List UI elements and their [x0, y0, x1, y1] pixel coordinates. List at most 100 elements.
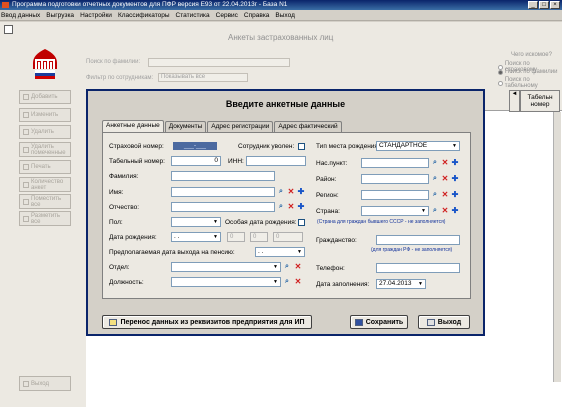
district-input[interactable] [361, 174, 429, 184]
add-button[interactable]: Добавить [19, 90, 71, 104]
chevron-down-icon: ▼ [418, 281, 423, 287]
birthplace-type-label: Тип места рождения: [316, 143, 380, 150]
district-add-icon[interactable]: ✚ [451, 175, 459, 183]
edit-button[interactable]: Изменить [19, 108, 71, 122]
citizenship-note: (для граждан РФ - не заполняется) [371, 247, 453, 253]
phone-label: Телефон: [316, 265, 345, 272]
name-clear-icon[interactable]: ✕ [287, 188, 295, 196]
count-forms-button[interactable]: Количество анкет [19, 177, 71, 192]
close-window-button[interactable]: × [550, 1, 560, 9]
tab-actual-address[interactable]: Адрес фактический [274, 121, 342, 132]
grid-scrollbar[interactable] [553, 112, 561, 382]
dept-search-icon[interactable]: ⌕ [283, 263, 291, 271]
menu-service[interactable]: Сервис [216, 10, 238, 20]
patronymic-add-icon[interactable]: ✚ [297, 203, 305, 211]
delete-button[interactable]: Удалить [19, 125, 71, 139]
print-button[interactable]: Печать [19, 160, 71, 174]
position-clear-icon[interactable]: ✕ [294, 278, 302, 286]
grid-header-tabno[interactable]: Табельн номер [520, 90, 560, 112]
pension-date-picker[interactable]: . . ▼ [255, 247, 305, 257]
birth-date-label: Дата рождения: [109, 234, 157, 241]
dept-select[interactable]: ▼ [171, 262, 281, 272]
dept-clear-icon[interactable]: ✕ [294, 263, 302, 271]
phone-input[interactable] [376, 263, 460, 273]
search-mode-surname[interactable]: Поиск по фамилии [498, 69, 558, 75]
minimize-button[interactable]: _ [528, 1, 538, 9]
birth-day-spinner[interactable]: 0 [227, 232, 245, 242]
district-search-icon[interactable]: ⌕ [431, 175, 439, 183]
tab-documents[interactable]: Документы [164, 121, 207, 132]
transfer-requisites-button[interactable]: Перенос данных из реквизитов предприятия… [102, 315, 312, 329]
chevron-down-icon: ▼ [297, 249, 302, 255]
town-label: Нас.пункт: [316, 160, 348, 167]
birth-date-picker[interactable]: . . ▼ [171, 232, 221, 242]
birthplace-type-select[interactable]: СТАНДАРТНОЕ ▼ [376, 141, 460, 151]
unmark-all-icon [23, 215, 29, 222]
town-add-icon[interactable]: ✚ [451, 159, 459, 167]
name-input[interactable] [171, 187, 275, 197]
filled-date-picker[interactable]: 27.04.2013 ▼ [376, 279, 426, 289]
town-clear-icon[interactable]: ✕ [441, 159, 449, 167]
region-search-icon[interactable]: ⌕ [431, 191, 439, 199]
citizenship-input[interactable] [376, 235, 460, 245]
region-clear-icon[interactable]: ✕ [441, 191, 449, 199]
menu-statistics[interactable]: Статистика [176, 10, 210, 20]
position-search-icon[interactable]: ⌕ [283, 278, 291, 286]
patronymic-search-icon[interactable]: ⌕ [277, 203, 285, 211]
dept-label: Отдел: [109, 264, 130, 271]
region-input[interactable] [361, 190, 429, 200]
menu-classifiers[interactable]: Классификаторы [118, 10, 170, 20]
tabno-label: Табельный номер: [109, 158, 165, 165]
town-input[interactable] [361, 158, 429, 168]
tab-personal-data[interactable]: Анкетные данные [102, 120, 164, 132]
patronymic-input[interactable] [171, 202, 275, 212]
birth-month-spinner[interactable]: 0 [250, 232, 268, 242]
mark-all-button[interactable]: Поместить все [19, 194, 71, 209]
menu-settings[interactable]: Настройки [80, 10, 112, 20]
region-add-icon[interactable]: ✚ [451, 191, 459, 199]
snils-input[interactable]: ___-___ [173, 142, 217, 150]
name-search-icon[interactable]: ⌕ [277, 188, 285, 196]
menu-exit[interactable]: Выход [275, 10, 294, 20]
chevron-down-icon: ▼ [452, 143, 457, 149]
country-select[interactable]: ▼ [361, 206, 429, 216]
delete-marked-button[interactable]: Удалить помеченные [19, 142, 71, 157]
filled-date-label: Дата заполнения: [316, 281, 370, 288]
menu-export[interactable]: Выгрузка [46, 10, 74, 20]
surname-input[interactable] [171, 171, 275, 181]
special-birth-label: Особая дата рождения: [225, 219, 297, 226]
exit-button[interactable]: Выход [418, 315, 470, 329]
menu-help[interactable]: Справка [244, 10, 270, 20]
patronymic-clear-icon[interactable]: ✕ [287, 203, 295, 211]
filter-select[interactable]: Показывать все [158, 73, 248, 82]
birth-year-spinner[interactable]: 0 [273, 232, 303, 242]
special-birth-checkbox[interactable] [298, 219, 305, 226]
menu-input-data[interactable]: Ввод данных [1, 10, 40, 20]
sidebar-exit-button[interactable]: Выход [19, 376, 71, 391]
chevron-down-icon: ▼ [273, 279, 278, 285]
search-mode-tabno[interactable]: Поиск по табельному [498, 77, 560, 89]
grid-header-arrow[interactable]: ◄ [509, 90, 520, 112]
position-select[interactable]: ▼ [171, 277, 281, 287]
save-button[interactable]: Сохранить [350, 315, 408, 329]
unmark-all-button[interactable]: Разметить все [19, 211, 71, 226]
tab-registration-address[interactable]: Адрес регистрации [207, 121, 274, 132]
sex-select[interactable]: ▼ [171, 217, 221, 227]
country-add-icon[interactable]: ✚ [451, 207, 459, 215]
exit-door-icon [426, 318, 435, 326]
tabno-input[interactable]: 0 [171, 156, 221, 166]
search-surname-input[interactable] [148, 58, 290, 67]
town-search-icon[interactable]: ⌕ [431, 159, 439, 167]
search-mode-group: Чего искомое? Поиск по страховому Поиск … [494, 52, 560, 89]
district-clear-icon[interactable]: ✕ [441, 175, 449, 183]
name-label: Имя: [109, 189, 124, 196]
name-add-icon[interactable]: ✚ [297, 188, 305, 196]
country-clear-icon[interactable]: ✕ [441, 207, 449, 215]
inn-input[interactable] [246, 156, 306, 166]
maximize-button[interactable]: □ [539, 1, 549, 9]
patronymic-label: Отчество: [109, 204, 140, 211]
edit-icon [23, 112, 29, 118]
country-search-icon[interactable]: ⌕ [431, 207, 439, 215]
fired-checkbox[interactable] [298, 143, 305, 150]
pension-date-label: Предполагаемая дата выхода на пенсию: [109, 249, 235, 256]
